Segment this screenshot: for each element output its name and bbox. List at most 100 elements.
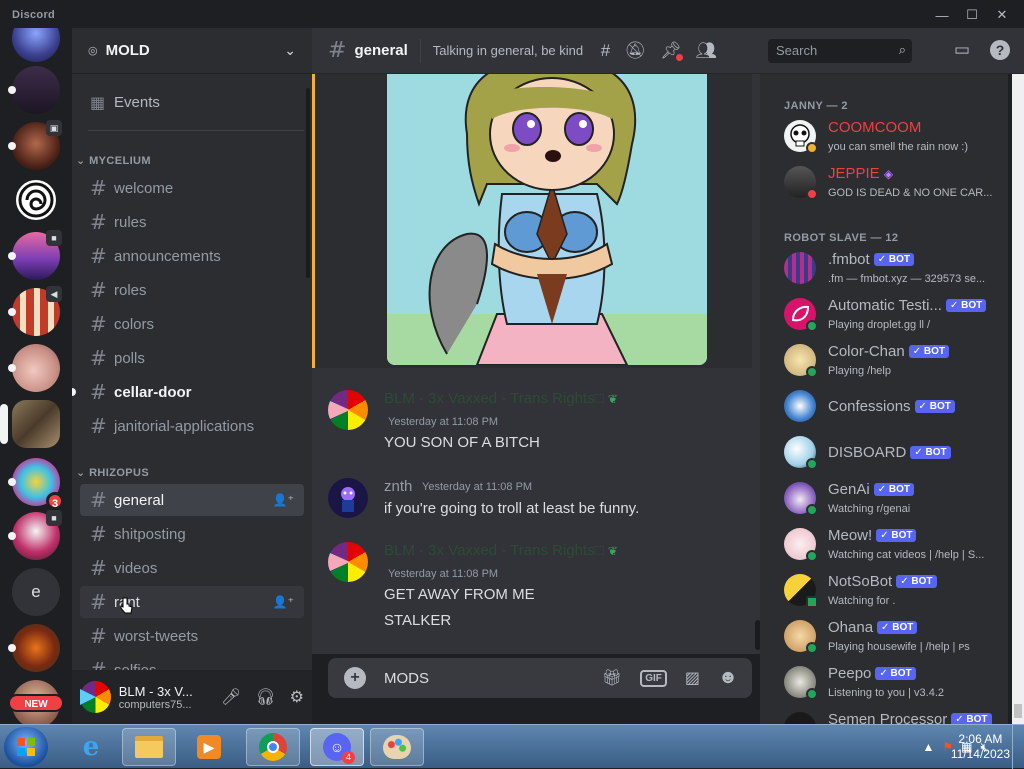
user-info[interactable]: BLM - 3x V... computers75... [119,684,211,711]
add-member-icon[interactable]: 👤⁺ [273,493,294,507]
add-member-icon[interactable]: 👤⁺ [273,595,294,609]
message-author[interactable]: BLM - 3x Vaxxed - Trans Rights□ ❦ [384,390,618,407]
avatar[interactable] [328,478,368,518]
category-header[interactable]: ⌄ RHIZOPUS [76,466,149,479]
channel-item[interactable]: # welcome [80,172,304,204]
server-icon[interactable] [12,28,60,62]
message-input[interactable]: MODS [384,670,602,687]
member-item[interactable]: DISBOARD ✓ BOT [782,432,1002,476]
message-author[interactable]: BLM - 3x Vaxxed - Trans Rights□ ❦ [384,542,618,559]
server-header[interactable]: ◎ MOLD ⌄ [72,28,312,74]
server-icon[interactable]: ◀ [8,286,62,336]
member-item[interactable]: Ohana ✓ BOT Playing housewife | /help | ᴘ… [782,616,1002,660]
channel-item[interactable]: # announcements [80,240,304,272]
taskbar-media-player[interactable]: ▶ [182,728,236,766]
system-clock[interactable]: 2:06 AM 11/14/2023 [951,732,1010,762]
taskbar-chrome[interactable] [246,728,300,766]
window-controls: — ☐ ✕ [930,4,1014,26]
member-item[interactable]: Color-Chan ✓ BOT Playing /help [782,340,1002,384]
events-item[interactable]: ▦ Events [80,86,304,118]
member-item[interactable]: JEPPIE ◈ GOD IS DEAD & NO ONE CAR... [782,162,1002,206]
taskbar-discord[interactable]: ☺ 4 [310,728,364,766]
gift-icon[interactable]: 🎁︎ [602,668,622,688]
server-icon[interactable]: ■ [8,230,62,280]
server-icon[interactable]: e [12,568,60,616]
member-item[interactable]: Peepo ✓ BOT Listening to you | v3.4.2 [782,662,1002,706]
avatar[interactable] [80,681,111,713]
pin-icon[interactable]: 📌︎ [660,41,684,61]
add-attachment-button[interactable]: + [344,667,366,689]
member-scrollbar[interactable] [1012,74,1024,724]
microphone-icon[interactable]: 🎤︎ [221,687,241,707]
close-button[interactable]: ✕ [990,4,1014,26]
member-item[interactable]: .fmbot ✓ BOT .fm — fmbot.xyz — 329573 se.… [782,248,1002,292]
maximize-button[interactable]: ☐ [960,4,984,26]
inbox-icon[interactable]: ▭ [954,40,970,60]
headphones-icon[interactable]: 🎧︎ [255,687,275,707]
taskbar-paint[interactable] [370,728,424,766]
message-author[interactable]: znth [384,478,412,495]
channel-item[interactable]: # janitorial-applications [80,410,304,442]
emoji-icon[interactable]: ☻ [718,667,738,689]
leaf-icon: ❦ [607,544,618,558]
show-desktop-button[interactable] [1012,725,1024,769]
taskbar-internet-explorer[interactable]: e [64,728,118,766]
channel-item[interactable]: # shitposting [80,518,304,550]
member-status: .fm — fmbot.xyz — 329573 se... [828,273,986,285]
server-icon[interactable] [0,400,60,448]
minimize-button[interactable]: — [930,4,954,26]
member-item[interactable]: Confessions ✓ BOT [782,386,1002,430]
attachment-image[interactable] [387,74,707,365]
server-icon[interactable]: ■ [8,510,62,560]
member-status: Watching for . [828,595,896,607]
sticker-icon[interactable]: ▨ [685,668,700,688]
threads-icon[interactable]: # [601,41,610,61]
channel-item[interactable]: # rules [80,206,304,238]
member-item[interactable]: GenAi ✓ BOT Watching r/genai [782,478,1002,522]
sidebar-scrollbar[interactable] [306,88,310,278]
chevron-down-icon[interactable]: ⌄ [284,42,296,59]
channel-list: ▦ Events ⌄ MYCELIUM # welcome # rules # ann… [72,74,312,670]
channel-item[interactable]: # cellar-door [72,376,304,408]
member-item[interactable]: COOMCOOM you can smell the rain now :) [782,116,1002,160]
bot-badge: ✓ BOT [896,575,937,588]
show-hidden-icons[interactable]: ▲ [922,740,934,754]
member-item[interactable]: Automatic Testi... ✓ BOT Playing droplet.… [782,294,1002,338]
server-icon[interactable] [8,624,60,672]
member-item[interactable]: Semen Processor ✓ BOT [782,708,1002,724]
server-icon[interactable] [8,344,60,392]
avatar[interactable] [328,390,368,430]
category-header[interactable]: ⌄ MYCELIUM [76,154,151,167]
gear-icon[interactable]: ⚙ [290,687,304,707]
mute-bell-icon[interactable]: 🔕︎ [624,41,646,61]
channel-item[interactable]: # roles [80,274,304,306]
hash-icon: # [90,522,107,546]
avatar[interactable] [328,542,368,582]
server-icon[interactable] [8,66,60,114]
member-name-text: .fmbot [828,251,870,268]
member-item[interactable]: NotSoBot ✓ BOT Watching for . [782,570,1002,614]
scrollbar-thumb[interactable] [1014,704,1022,718]
help-icon[interactable]: ? [990,40,1010,60]
new-badge[interactable]: NEW [8,694,64,712]
channel-item[interactable]: # selfies [80,654,304,670]
message-composer[interactable]: + MODS 🎁︎ GIF ▨ ☻ [328,658,752,698]
member-list-icon[interactable]: 👥︎ [695,41,717,61]
start-button[interactable] [4,727,48,767]
search-input[interactable]: Search ⌕ [768,39,912,63]
server-icon[interactable]: 3 [8,458,64,510]
hash-icon: # [90,556,107,580]
gif-button[interactable]: GIF [640,669,667,687]
taskbar-file-explorer[interactable] [122,728,176,766]
server-icon[interactable]: ▣ [8,120,62,170]
channel-topic[interactable]: Talking in general, be kind [433,43,589,58]
channel-item[interactable]: # worst-tweets [80,620,304,652]
folder-icon [135,736,163,758]
channel-item[interactable]: # polls [80,342,304,374]
channel-item[interactable]: # colors [80,308,304,340]
member-item[interactable]: Meow! ✓ BOT Watching cat videos | /help |… [782,524,1002,568]
channel-item[interactable]: #rant👤⁺ [80,586,304,618]
server-icon[interactable] [12,176,60,224]
channel-item-selected[interactable]: # general 👤⁺ [80,484,304,516]
channel-item[interactable]: # videos [80,552,304,584]
